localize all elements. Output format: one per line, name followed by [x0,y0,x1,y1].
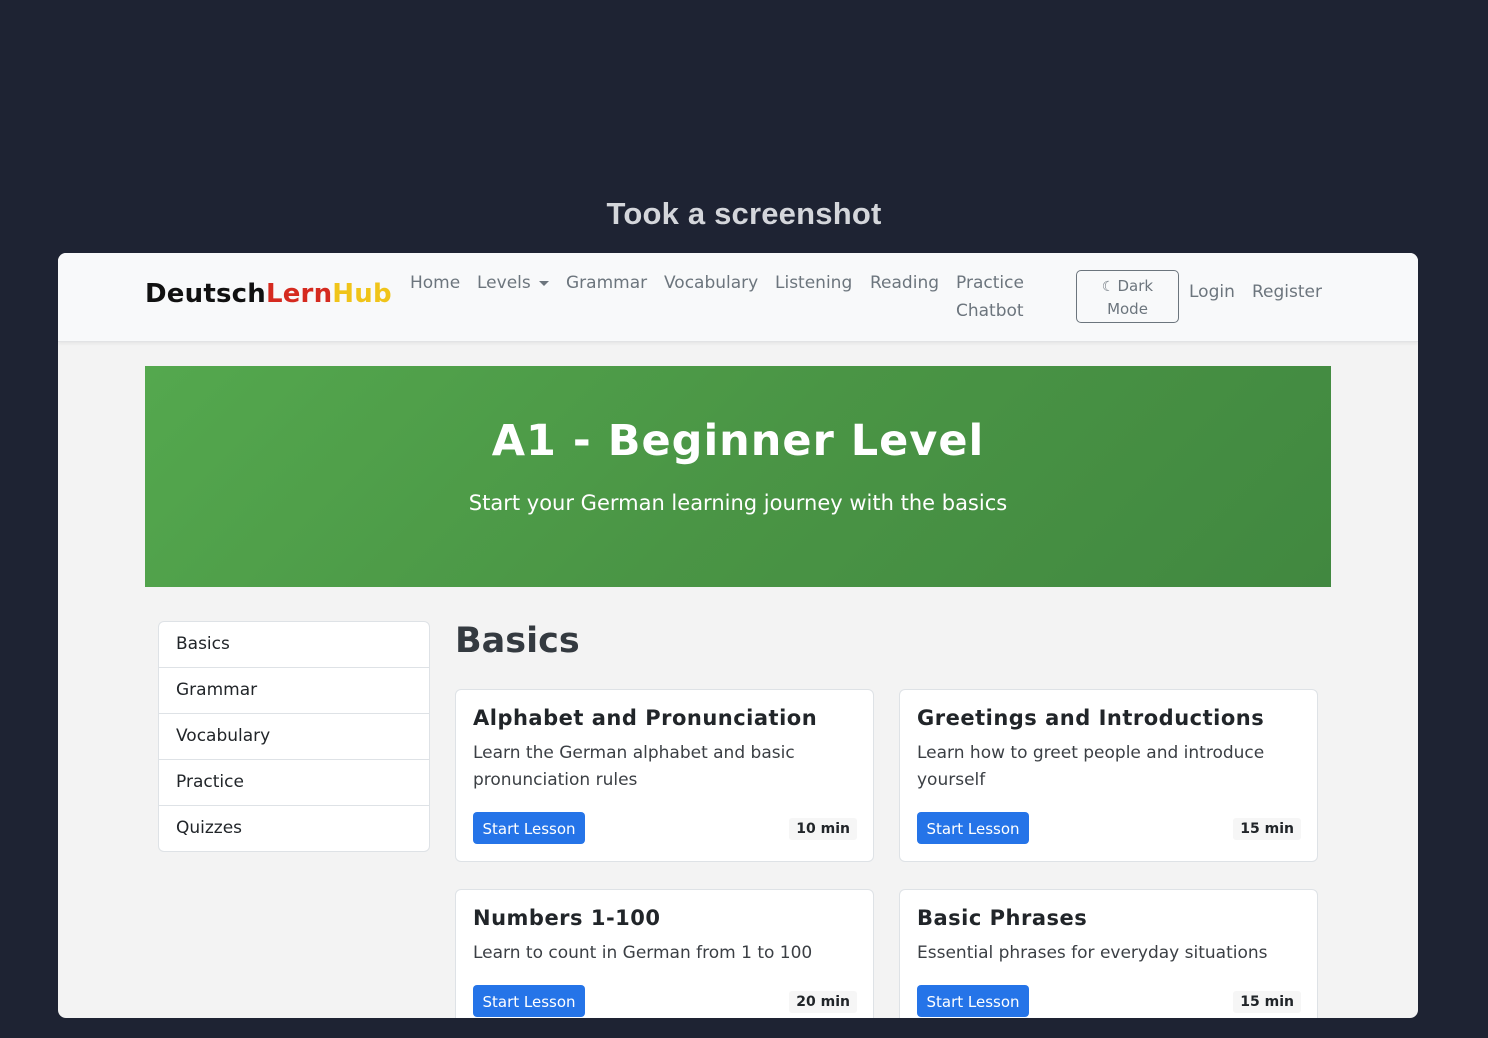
sidebar-item-grammar[interactable]: Grammar [159,668,429,714]
nav-practice-line2: Chatbot [956,301,1024,321]
hero-banner: A1 - Beginner Level Start your German le… [145,366,1331,587]
nav-home[interactable]: Home [410,269,460,297]
lesson-card: Numbers 1-100 Learn to count in German f… [455,889,874,1018]
nav-listening[interactable]: Listening [775,269,852,297]
lesson-duration-badge: 10 min [789,818,857,840]
brand-logo[interactable]: DeutschLernHub [145,279,392,309]
moon-icon: ☾ [1101,279,1115,295]
browser-window: DeutschLernHub Home Levels Grammar Vocab… [58,253,1418,1018]
hero-title: A1 - Beginner Level [491,416,985,466]
lesson-duration-badge: 20 min [789,991,857,1013]
lesson-duration-badge: 15 min [1233,991,1301,1013]
start-lesson-button[interactable]: Start Lesson [917,812,1029,844]
nav-register[interactable]: Register [1252,278,1322,306]
nav-levels[interactable]: Levels [477,269,549,297]
lesson-title: Alphabet and Pronunciation [473,706,818,730]
hero-subtitle: Start your German learning journey with … [468,491,1008,515]
dark-mode-line2: Mode [1107,300,1148,318]
sidebar-item-practice[interactable]: Practice [159,760,429,806]
lesson-title: Numbers 1-100 [473,906,661,930]
lesson-duration-badge: 15 min [1233,818,1301,840]
sidebar-menu: Basics Grammar Vocabulary Practice Quizz… [158,621,430,852]
brand-part-lern: Lern [265,279,333,309]
lesson-card: Greetings and Introductions Learn how to… [899,689,1318,862]
lesson-title: Basic Phrases [917,906,1088,930]
caret-down-icon [538,280,549,286]
brand-part-hub: Hub [332,279,392,309]
nav-reading[interactable]: Reading [870,269,939,297]
nav-login[interactable]: Login [1189,278,1235,306]
nav-practice-line1: Practice [956,273,1024,293]
nav-vocabulary[interactable]: Vocabulary [664,269,758,297]
start-lesson-button[interactable]: Start Lesson [473,812,585,844]
section-title: Basics [455,621,580,661]
start-lesson-button[interactable]: Start Lesson [473,985,585,1017]
nav-practice-chatbot[interactable]: Practice Chatbot [956,269,1024,325]
brand-part-deutsch: Deutsch [145,279,266,309]
lesson-card: Basic Phrases Essential phrases for ever… [899,889,1318,1018]
lesson-card: Alphabet and Pronunciation Learn the Ger… [455,689,874,862]
sidebar-item-basics[interactable]: Basics [159,622,429,668]
lesson-description: Learn to count in German from 1 to 100 [473,943,813,963]
dark-mode-line1: Dark [1117,277,1154,295]
dark-mode-button[interactable]: ☾ Dark Mode [1076,270,1179,323]
lesson-title: Greetings and Introductions [917,706,1265,730]
sidebar-item-vocabulary[interactable]: Vocabulary [159,714,429,760]
nav-grammar[interactable]: Grammar [566,269,647,297]
sidebar-item-quizzes[interactable]: Quizzes [159,806,429,851]
nav-levels-label: Levels [477,273,531,293]
lesson-description: Essential phrases for everyday situation… [917,943,1268,963]
lesson-description: Learn how to greet people and introduce … [917,743,1265,790]
lesson-description: Learn the German alphabet and basic pron… [473,743,795,790]
start-lesson-button[interactable]: Start Lesson [917,985,1029,1017]
screenshot-caption: Took a screenshot [606,196,882,231]
navbar: DeutschLernHub Home Levels Grammar Vocab… [58,253,1418,342]
